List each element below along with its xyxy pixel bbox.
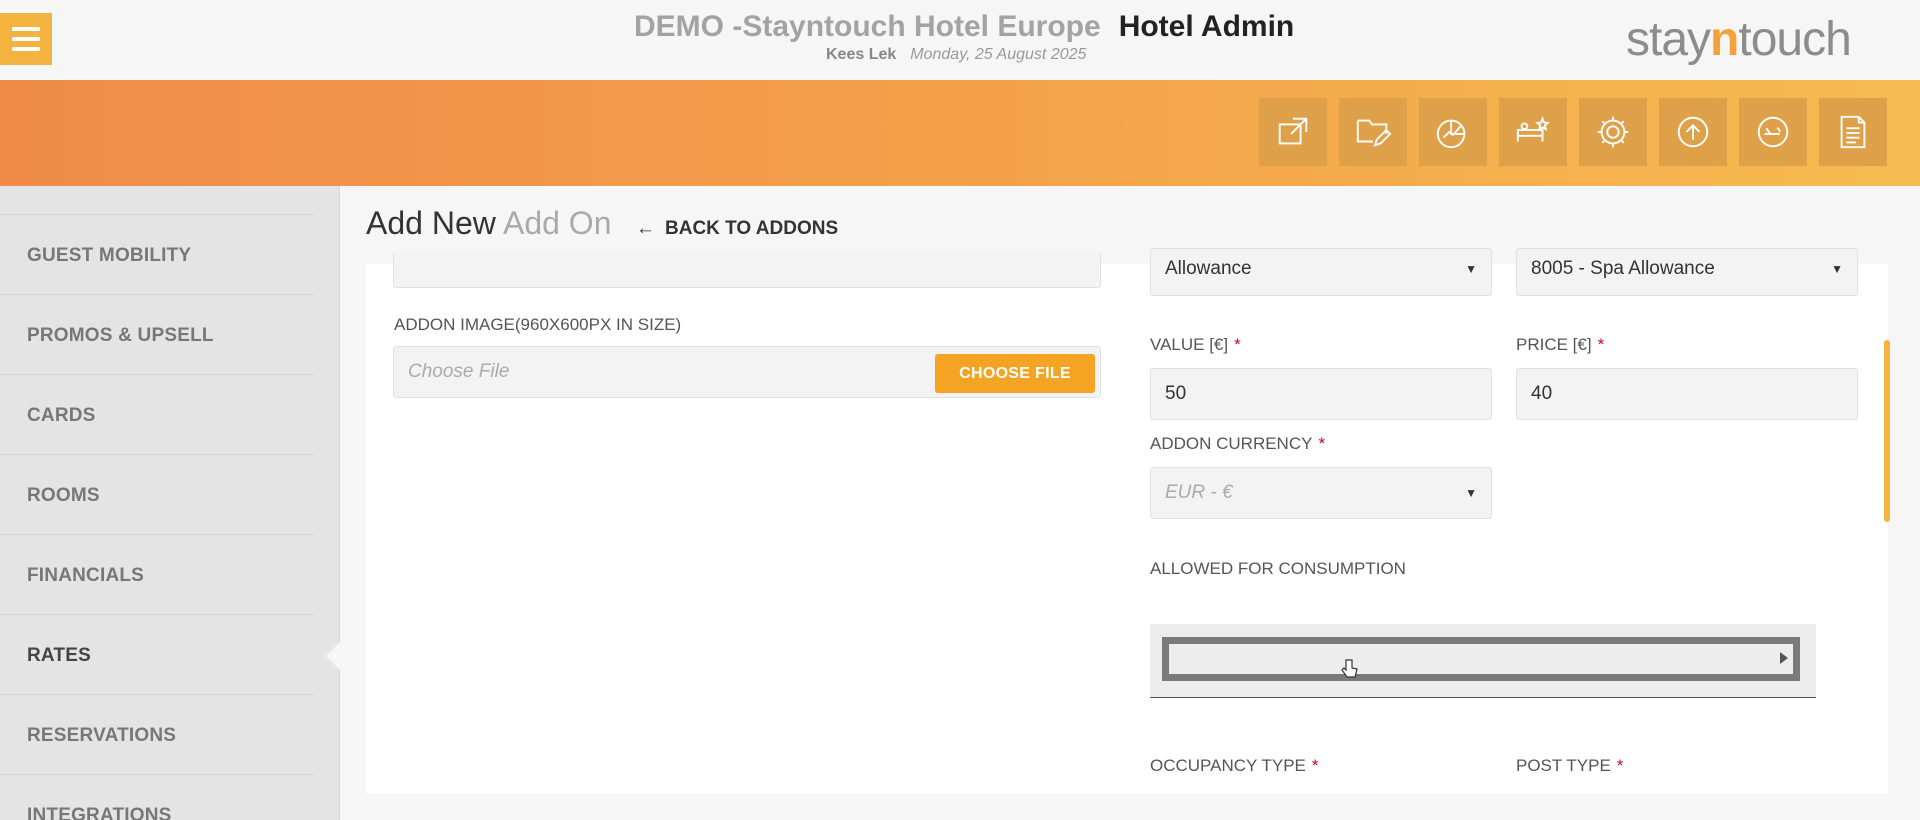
header-title: DEMO -Stayntouch Hotel Europe Hotel Admin (634, 10, 1294, 44)
top-header: DEMO -Stayntouch Hotel Europe Hotel Admin… (0, 0, 1920, 80)
guest-icon (1757, 116, 1789, 148)
value-input[interactable]: 50 (1150, 368, 1492, 420)
upload-button[interactable] (1659, 98, 1727, 166)
price-input[interactable]: 40 (1516, 368, 1858, 420)
value-label: VALUE [€] * (1150, 335, 1241, 354)
guest-button[interactable] (1739, 98, 1807, 166)
hand-cursor-icon (1341, 659, 1358, 678)
document-button[interactable] (1819, 98, 1887, 166)
price-label: PRICE [€] * (1516, 335, 1605, 354)
menu-button[interactable] (0, 13, 52, 65)
folder-edit-icon (1356, 119, 1392, 147)
sidebar-item-rates[interactable]: RATES (0, 614, 314, 694)
external-link-button[interactable] (1259, 98, 1327, 166)
sidebar-item-promos-upsell[interactable]: PROMOS & UPSELL (0, 294, 314, 374)
menu-icon-bar (12, 37, 40, 41)
currency-label: ADDON CURRENCY * (1150, 434, 1326, 453)
stayntouch-logo: stayntouch (1626, 13, 1852, 66)
dropdown-caret-icon: ▼ (1465, 486, 1477, 500)
arrow-left-icon: ← (636, 218, 655, 239)
page-title-main: Add New (366, 205, 496, 241)
sidebar-item-cards[interactable]: CARDS (0, 374, 314, 454)
occupancy-type-label: OCCUPANCY TYPE * (1150, 756, 1319, 775)
header-subtitle: Kees Lek Monday, 25 August 2025 (826, 46, 1086, 64)
consumption-label: ALLOWED FOR CONSUMPTION (1150, 559, 1406, 578)
document-icon (1840, 115, 1866, 149)
page-title-muted: Add On (502, 205, 612, 241)
addon-image-label: ADDON IMAGE(960X600PX IN SIZE) (394, 315, 682, 334)
consumption-select[interactable] (1150, 624, 1816, 698)
external-link-icon (1278, 117, 1308, 145)
charge-code-select[interactable]: 8005 - Spa Allowance ▼ (1516, 248, 1858, 296)
sidebar-item-financials[interactable]: FINANCIALS (0, 534, 314, 614)
analytics-button[interactable] (1419, 98, 1487, 166)
scrollbar-thumb[interactable] (1884, 340, 1890, 522)
folder-edit-button[interactable] (1339, 98, 1407, 166)
sidebar-item-reservations[interactable]: RESERVATIONS (0, 694, 314, 774)
bed-star-button[interactable] (1499, 98, 1567, 166)
sidebar-item-integrations[interactable]: INTEGRATIONS (0, 774, 314, 820)
addon-form (366, 264, 1888, 794)
settings-button[interactable] (1579, 98, 1647, 166)
hotel-name: DEMO -Stayntouch Hotel Europe (634, 10, 1101, 43)
menu-icon-bar (12, 47, 40, 51)
current-date: Monday, 25 August 2025 (910, 46, 1087, 63)
gear-icon (1597, 116, 1629, 148)
sidebar-item-guest-mobility[interactable]: GUEST MOBILITY (0, 214, 314, 294)
choose-file-button[interactable]: CHOOSE FILE (935, 354, 1095, 393)
user-name: Kees Lek (826, 46, 897, 63)
menu-icon-bar (12, 27, 40, 31)
consumption-select-focus[interactable] (1162, 637, 1800, 681)
previous-field[interactable] (393, 252, 1101, 288)
app-title: Hotel Admin (1118, 10, 1295, 43)
page-title: Add New Add On (366, 205, 611, 242)
currency-select[interactable]: EUR - € ▼ (1150, 467, 1492, 519)
sidebar: GUEST MOBILITY PROMOS & UPSELL CARDS ROO… (0, 186, 340, 820)
dropdown-caret-icon: ▼ (1465, 262, 1477, 276)
dropdown-caret-icon: ▼ (1831, 262, 1843, 276)
post-type-label: POST TYPE * (1516, 756, 1624, 775)
addon-type-select[interactable]: Allowance ▼ (1150, 248, 1492, 296)
analytics-icon (1436, 119, 1466, 149)
back-to-addons-link[interactable]: ← BACK TO ADDONS (636, 218, 838, 240)
sidebar-item-rooms[interactable]: ROOMS (0, 454, 314, 534)
dropdown-caret-icon (1780, 652, 1788, 664)
active-item-pointer (326, 642, 340, 670)
bed-star-icon (1516, 115, 1551, 142)
upload-icon (1677, 116, 1709, 148)
